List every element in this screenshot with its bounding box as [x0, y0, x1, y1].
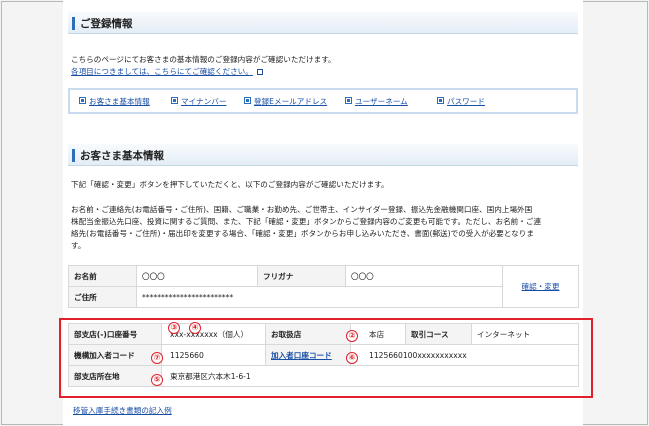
name-label: お名前 [68, 265, 137, 287]
basic-note2-line: 株配当金振込先口座、投資に関するご質問、また、下記「確認・変更」ボタンからご登録… [71, 217, 542, 226]
marker-5: ⑤ [151, 374, 163, 386]
nav-arrow-icon [244, 97, 251, 104]
furigana-label: フリガナ [257, 265, 346, 287]
address-value: ************************ [136, 286, 503, 308]
nav-password[interactable]: パスワード [447, 96, 485, 107]
nav-arrow-icon [79, 97, 86, 104]
registration-title: ご登録情報 [80, 18, 133, 30]
marker-2: ② [346, 330, 358, 342]
section-nav: お客さま基本情報 マイナンバー 登録Eメールアドレス ユーザーネーム パスワード [68, 88, 578, 114]
edit-cell: 確認・変更 [502, 265, 579, 308]
marker-4: ④ [189, 322, 201, 334]
nav-mynumber[interactable]: マイナンバー [181, 96, 226, 107]
transfer-form-example-link[interactable]: 移管入庫手続き書類の記入例 [73, 406, 172, 415]
help-link-row: 各項目につきましては、こちらにてご確認ください。 [71, 66, 264, 78]
nav-arrow-icon [345, 97, 352, 104]
marker-3: ③ [168, 322, 180, 334]
registration-section-header: ご登録情報 [68, 12, 578, 34]
basic-note2-line: 絡先(お電話番号・ご住所)・届出印を変更する場合、「確認・変更」ボタンからお申し… [71, 229, 534, 238]
marker-7: ⑦ [151, 352, 163, 364]
address-label: ご住所 [68, 286, 137, 308]
window-icon [257, 69, 264, 75]
basic-note2-line: す。 [71, 241, 86, 250]
basic-title: お客さま基本情報 [80, 150, 164, 162]
nav-basic-info[interactable]: お客さま基本情報 [89, 96, 150, 107]
nav-email[interactable]: 登録Eメールアドレス [254, 96, 327, 107]
basic-note2: お名前・ご連絡先(お電話番号・ご住所)、国籍、ご職業・お勤め先、ご世帯主、インサ… [71, 204, 581, 252]
furigana-value: 〇〇〇 [345, 265, 503, 287]
nav-arrow-icon [171, 97, 178, 104]
name-value: 〇〇〇 [136, 265, 258, 287]
section-accent-bar [72, 149, 75, 162]
help-link[interactable]: 各項目につきましては、こちらにてご確認ください。 [71, 67, 253, 76]
registration-intro: こちらのページにてお客さまの基本情報のご登録内容がご確認いただけます。 [71, 55, 336, 64]
nav-arrow-icon [437, 97, 444, 104]
footer-link-row: 移管入庫手続き書類の記入例 [73, 405, 172, 417]
edit-link[interactable]: 確認・変更 [522, 282, 560, 291]
basic-section-header: お客さま基本情報 [68, 144, 578, 166]
section-accent-bar [72, 17, 75, 30]
basic-info-table: お名前 〇〇〇 フリガナ 〇〇〇 確認・変更 ご住所 *************… [68, 265, 579, 308]
nav-username[interactable]: ユーザーネーム [355, 96, 408, 107]
basic-note1: 下記「確認・変更」ボタンを押下していただくと、以下のご登録内容がご確認いただけま… [71, 180, 389, 189]
marker-6: ⑥ [346, 352, 358, 364]
highlight-box [59, 318, 593, 398]
basic-note2-line: お名前・ご連絡先(お電話番号・ご住所)、国籍、ご職業・お勤め先、ご世帯主、インサ… [71, 205, 533, 214]
